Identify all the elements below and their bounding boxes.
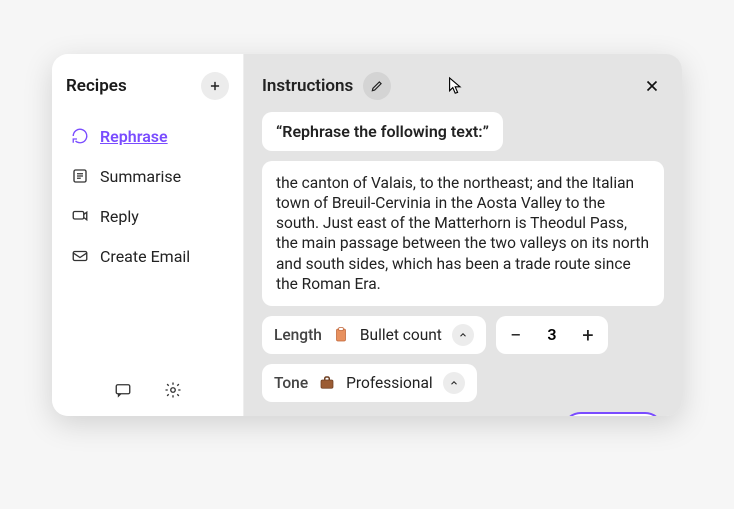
sidebar-footer: [64, 380, 231, 406]
input-text: the canton of Valais, to the northeast; …: [276, 174, 649, 293]
pencil-icon: [370, 79, 384, 93]
submit-button[interactable]: Submit: [562, 412, 664, 416]
reply-icon: [70, 206, 90, 226]
prompt-text: “Rephrase the following text:”: [276, 122, 489, 141]
recipe-list: Rephrase Summarise Reply Create Email: [64, 118, 231, 274]
sidebar-item-label: Create Email: [100, 247, 190, 266]
input-text-box[interactable]: the canton of Valais, to the northeast; …: [262, 161, 664, 306]
sidebar-item-summarise[interactable]: Summarise: [64, 158, 231, 194]
clipboard-icon: [332, 326, 350, 344]
mail-icon: [70, 246, 90, 266]
sidebar-item-label: Rephrase: [100, 127, 168, 146]
tone-value: Professional: [346, 374, 433, 392]
sidebar-item-rephrase[interactable]: Rephrase: [64, 118, 231, 154]
edit-instructions-button[interactable]: [363, 72, 391, 100]
prompt-pill: “Rephrase the following text:”: [262, 112, 503, 151]
tone-dropdown[interactable]: [443, 372, 465, 394]
tone-label: Tone: [274, 374, 308, 392]
sidebar-item-label: Reply: [100, 207, 139, 226]
sidebar-item-reply[interactable]: Reply: [64, 198, 231, 234]
chat-icon: [114, 381, 132, 399]
bullet-count-stepper: − 3 +: [496, 316, 608, 354]
settings-button[interactable]: [163, 380, 183, 400]
tone-control: Tone Professional: [262, 364, 477, 402]
submit-row: Submit: [262, 412, 664, 416]
tone-controls-row: Tone Professional: [262, 364, 664, 402]
length-label: Length: [274, 326, 322, 344]
main-title: Instructions: [262, 76, 353, 96]
length-controls-row: Length Bullet count − 3 +: [262, 316, 664, 354]
length-control: Length Bullet count: [262, 316, 486, 354]
main-panel: Instructions “Rephrase the following tex…: [244, 54, 682, 416]
recipes-sidebar: Recipes Rephrase Summarise: [52, 54, 244, 416]
main-header: Instructions: [262, 72, 664, 100]
gear-icon: [164, 381, 182, 399]
length-mode-dropdown[interactable]: [452, 324, 474, 346]
chevron-up-icon: [458, 330, 468, 340]
bullet-count-value: 3: [546, 325, 558, 344]
refresh-icon: [70, 126, 90, 146]
sidebar-item-create-email[interactable]: Create Email: [64, 238, 231, 274]
feedback-button[interactable]: [113, 380, 133, 400]
sidebar-item-label: Summarise: [100, 167, 181, 186]
length-mode-value: Bullet count: [360, 326, 442, 344]
sidebar-header: Recipes: [64, 72, 231, 114]
add-recipe-button[interactable]: [201, 72, 229, 100]
app-window: Recipes Rephrase Summarise: [52, 54, 682, 416]
close-icon: [643, 77, 661, 95]
close-button[interactable]: [640, 74, 664, 98]
sidebar-title: Recipes: [66, 76, 127, 96]
increment-button[interactable]: +: [576, 323, 600, 347]
chevron-up-icon: [449, 378, 459, 388]
briefcase-icon: [318, 374, 336, 392]
plus-icon: [208, 79, 222, 93]
decrement-button[interactable]: −: [504, 323, 528, 347]
list-icon: [70, 166, 90, 186]
